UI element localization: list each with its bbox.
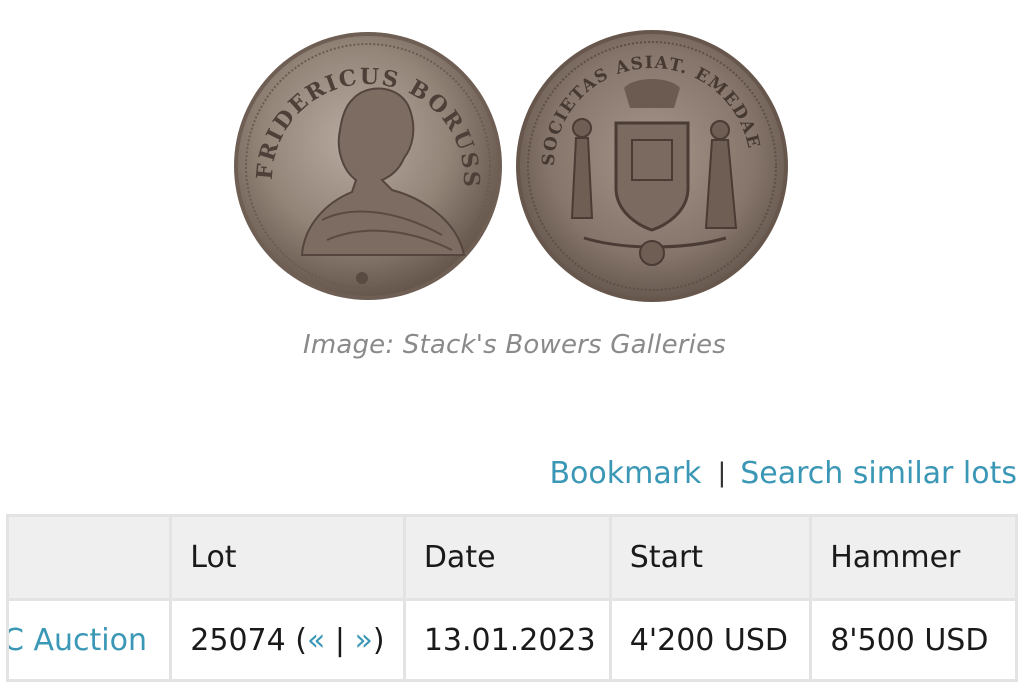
next-lot-link[interactable]: » bbox=[355, 623, 373, 658]
date-cell: 13.01.2023 bbox=[402, 598, 612, 682]
lot-nav-separator: | bbox=[325, 622, 355, 658]
coin-image[interactable]: FRIDERICUS BORUSSORUM REX SOCIET bbox=[230, 28, 800, 308]
lot-table: Lot Date Start Hammer C Auction 25074 («… bbox=[5, 514, 1018, 682]
header-hammer: Hammer bbox=[809, 514, 1018, 601]
lot-cell: 25074 (« | ») bbox=[169, 598, 406, 682]
lot-actions: Bookmark | Search similar lots bbox=[549, 456, 1017, 491]
page: FRIDERICUS BORUSSORUM REX SOCIET bbox=[0, 0, 1029, 694]
lot-number: 25074 ( bbox=[190, 622, 307, 658]
header-date: Date bbox=[402, 514, 612, 601]
auction-link[interactable]: C Auction bbox=[11, 623, 147, 658]
coin-reverse-image: SOCIETAS ASIAT. EMEDAE bbox=[516, 30, 788, 302]
previous-lot-link[interactable]: « bbox=[307, 623, 325, 658]
table-row: C Auction 25074 (« | ») 13.01.2023 4'200… bbox=[5, 598, 1018, 682]
header-start: Start bbox=[608, 514, 813, 601]
image-caption: Image: Stack's Bowers Galleries bbox=[302, 330, 727, 360]
coin-obverse-image: FRIDERICUS BORUSSORUM REX bbox=[232, 30, 502, 300]
start-price-cell: 4'200 USD bbox=[608, 598, 813, 682]
hammer-price-cell: 8'500 USD bbox=[809, 598, 1018, 682]
table-header-row: Lot Date Start Hammer bbox=[5, 514, 1018, 601]
search-similar-lots-link[interactable]: Search similar lots bbox=[740, 456, 1017, 491]
header-lot: Lot bbox=[169, 514, 406, 601]
actions-separator: | bbox=[717, 458, 727, 488]
header-auction bbox=[5, 514, 173, 601]
auction-cell: C Auction bbox=[5, 598, 173, 682]
bookmark-link[interactable]: Bookmark bbox=[549, 456, 701, 491]
lot-close-paren: ) bbox=[372, 622, 385, 658]
